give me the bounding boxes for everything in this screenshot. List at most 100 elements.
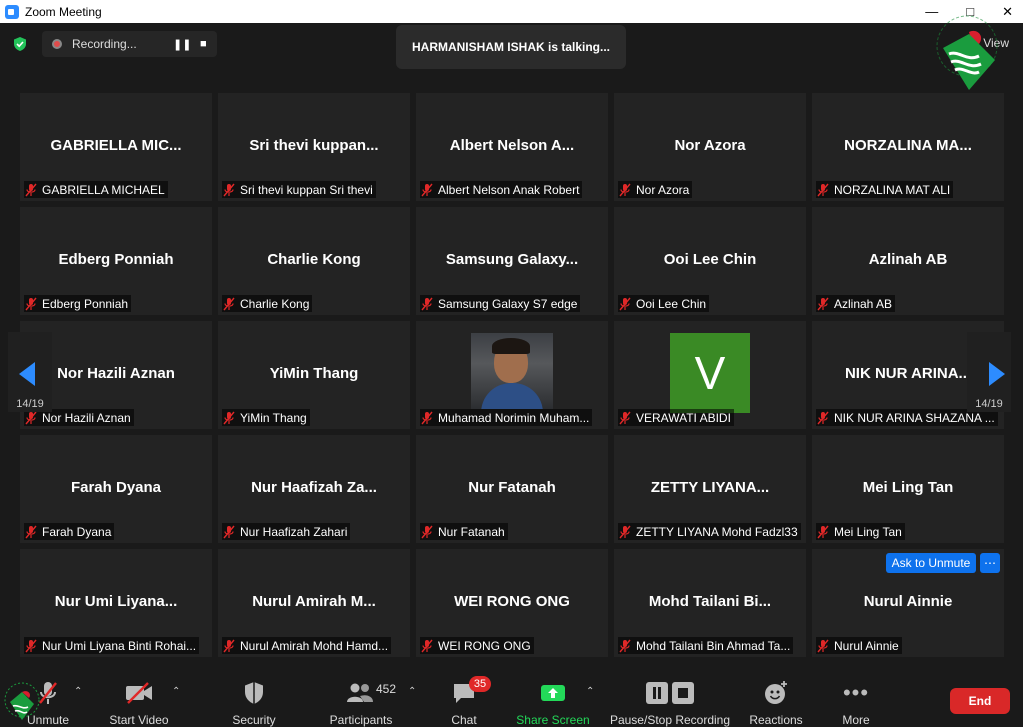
participant-name-label: Farah Dyana: [24, 523, 115, 540]
video-off-icon: [126, 682, 152, 704]
mic-muted-icon: [619, 639, 631, 652]
participant-name-text: Mei Ling Tan: [834, 524, 902, 539]
pause-stop-recording-button[interactable]: Pause/Stop Recording: [608, 672, 732, 727]
participant-tile[interactable]: Nor Azora Nor Azora: [614, 93, 806, 201]
participant-tile[interactable]: Albert Nelson A... Albert Nelson Anak Rob…: [416, 93, 608, 201]
share-screen-button[interactable]: Share Screen: [514, 672, 592, 727]
participant-tile[interactable]: Ooi Lee Chin Ooi Lee Chin: [614, 207, 806, 315]
mic-muted-icon: [421, 639, 433, 652]
participant-name-text: Albert Nelson Anak Robert: [438, 182, 580, 197]
participant-name-label: Charlie Kong: [222, 295, 313, 312]
security-button[interactable]: Security: [226, 672, 282, 727]
participant-display-name: Samsung Galaxy...: [445, 251, 579, 268]
participant-name-text: Farah Dyana: [42, 524, 112, 539]
mic-muted-icon: [817, 525, 829, 538]
participant-tile[interactable]: NORZALINA MA... NORZALINA MAT ALI: [812, 93, 1004, 201]
participant-name-text: GABRIELLA MICHAEL: [42, 182, 165, 197]
security-label: Security: [232, 713, 276, 727]
participants-count: 452: [376, 682, 397, 696]
participant-tile[interactable]: Nur Umi Liyana... Nur Umi Liyana Binti Ro…: [20, 549, 212, 657]
participant-name-label: Ooi Lee Chin: [618, 295, 710, 312]
participant-tile[interactable]: Charlie Kong Charlie Kong: [218, 207, 410, 315]
participant-display-name: WEI RONG ONG: [454, 593, 570, 610]
participant-name-text: Muhamad Norimin Muham...: [438, 410, 590, 425]
participant-display-name: Albert Nelson A...: [449, 137, 575, 154]
participant-display-name: Ooi Lee Chin: [663, 251, 757, 268]
participant-tile[interactable]: Azlinah AB Azlinah AB: [812, 207, 1004, 315]
mic-muted-icon: [619, 183, 631, 196]
participant-name-text: Charlie Kong: [240, 296, 310, 311]
start-video-button[interactable]: Start Video: [104, 672, 174, 727]
participant-display-name: Nur Haafizah Za...: [251, 479, 377, 496]
participant-tile[interactable]: Mohd Tailani Bi... Mohd Tailani Bin Ahmad…: [614, 549, 806, 657]
participant-display-name: Nurul Ainnie: [863, 593, 953, 610]
participant-tile[interactable]: Nur Haafizah Za... Nur Haafizah Zahari: [218, 435, 410, 543]
participant-tile[interactable]: Edberg Ponniah Edberg Ponniah: [20, 207, 212, 315]
participant-display-name: Farah Dyana: [70, 479, 162, 496]
participant-name-label: Muhamad Norimin Muham...: [420, 409, 593, 426]
more-button[interactable]: ••• More: [832, 672, 880, 727]
mic-muted-icon: [223, 183, 235, 196]
chat-label: Chat: [451, 713, 477, 727]
recording-indicator: Recording... ❚❚ ■: [42, 31, 217, 57]
mic-muted-icon: [619, 411, 631, 424]
pause-stop-recording-label: Pause/Stop Recording: [609, 713, 731, 727]
participant-tile[interactable]: Nur Fatanah Nur Fatanah: [416, 435, 608, 543]
participant-name-label: YiMin Thang: [222, 409, 310, 426]
mic-muted-icon: [619, 525, 631, 538]
mic-muted-icon: [25, 297, 37, 310]
ask-to-unmute-button[interactable]: Ask to Unmute: [886, 553, 976, 573]
participant-tile[interactable]: Samsung Galaxy... Samsung Galaxy S7 edge: [416, 207, 608, 315]
participants-button[interactable]: 452 Participants: [326, 672, 396, 727]
participant-name-label: Sri thevi kuppan Sri thevi: [222, 181, 376, 198]
participant-tile[interactable]: YiMin Thang YiMin Thang: [218, 321, 410, 429]
participant-display-name: Azlinah AB: [868, 251, 948, 268]
participant-tile[interactable]: WEI RONG ONG WEI RONG ONG: [416, 549, 608, 657]
pause-recording-icon[interactable]: ❚❚: [173, 38, 191, 51]
participant-name-text: WEI RONG ONG: [438, 638, 531, 653]
participant-name-text: Nur Umi Liyana Binti Rohai...: [42, 638, 197, 653]
mic-muted-icon: [421, 183, 433, 196]
participant-tile[interactable]: GABRIELLA MIC... GABRIELLA MICHAEL: [20, 93, 212, 201]
participants-label: Participants: [329, 713, 393, 727]
participant-tile[interactable]: Muhamad Norimin Muham...: [416, 321, 608, 429]
participant-name-text: Sri thevi kuppan Sri thevi: [240, 182, 373, 197]
reactions-label: Reactions: [749, 713, 803, 727]
participant-display-name: Edberg Ponniah: [58, 251, 174, 268]
participant-tile[interactable]: Nurul Amirah M... Nurul Amirah Mohd Hamd.…: [218, 549, 410, 657]
participant-display-name: Nur Fatanah: [468, 479, 556, 496]
participant-name-text: ZETTY LIYANA Mohd Fadzl33: [636, 524, 798, 539]
previous-page-button[interactable]: 14/19: [8, 332, 52, 412]
participants-options-chevron-icon[interactable]: ⌃: [408, 686, 416, 697]
more-dots-icon: •••: [842, 680, 870, 705]
participant-display-name: Mohd Tailani Bi...: [648, 593, 772, 610]
participant-name-text: Nor Azora: [636, 182, 690, 197]
video-options-chevron-icon[interactable]: ⌃: [172, 686, 180, 697]
participant-tile[interactable]: Mei Ling Tan Mei Ling Tan: [812, 435, 1004, 543]
reactions-button[interactable]: Reactions: [748, 672, 804, 727]
mic-muted-icon: [421, 525, 433, 538]
mic-muted-icon: [25, 525, 37, 538]
meeting-toolbar: Unmute ⌃ Start Video ⌃ Security 452 Part…: [0, 672, 1023, 727]
window-title: Zoom Meeting: [25, 4, 102, 19]
participant-display-name: GABRIELLA MIC...: [50, 137, 182, 154]
encryption-shield-icon[interactable]: [12, 36, 28, 52]
participant-tile[interactable]: Nurul Ainnie Ask to Unmute ⋯ Nurul Ainnie: [812, 549, 1004, 657]
security-shield-icon: [245, 682, 263, 704]
participant-name-text: NORZALINA MAT ALI: [834, 182, 951, 197]
participant-tile[interactable]: Farah Dyana Farah Dyana: [20, 435, 212, 543]
next-page-button[interactable]: 14/19: [967, 332, 1011, 412]
end-meeting-button[interactable]: End: [950, 688, 1010, 714]
recording-label: Recording...: [72, 37, 137, 51]
participant-tile[interactable]: Sri thevi kuppan... Sri thevi kuppan Sri …: [218, 93, 410, 201]
participant-tile[interactable]: V VERAWATI ABIDI: [614, 321, 806, 429]
participant-name-label: Mei Ling Tan: [816, 523, 905, 540]
audio-options-chevron-icon[interactable]: ⌃: [74, 686, 82, 697]
zoom-app-icon: [5, 4, 19, 19]
mic-muted-icon: [817, 183, 829, 196]
stop-recording-icon[interactable]: ■: [200, 38, 207, 50]
participant-display-name: Sri thevi kuppan...: [249, 137, 379, 154]
participant-tile[interactable]: ZETTY LIYANA... ZETTY LIYANA Mohd Fadzl33: [614, 435, 806, 543]
share-options-chevron-icon[interactable]: ⌃: [586, 686, 594, 697]
tile-more-options-button[interactable]: ⋯: [980, 553, 1000, 573]
